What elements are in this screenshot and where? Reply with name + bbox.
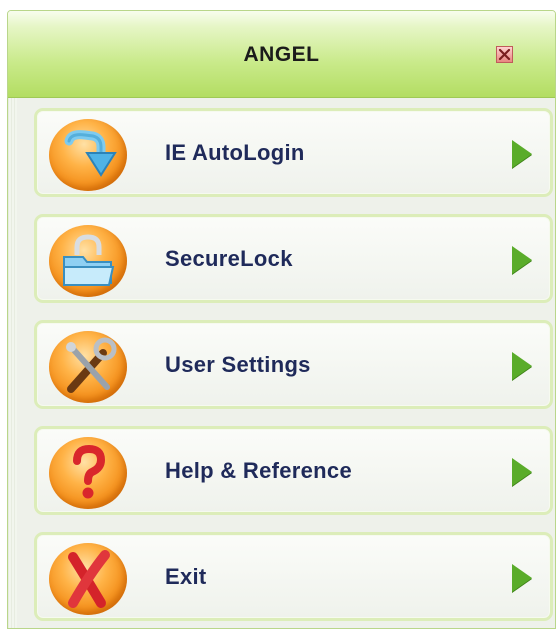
exit-x-icon — [49, 543, 127, 615]
download-arrow-icon — [49, 119, 127, 191]
menu-item-label: Help & Reference — [165, 458, 352, 483]
title-bar: ANGEL — [8, 11, 555, 98]
menu-item-exit[interactable]: Exit — [34, 532, 553, 621]
chevron-right-icon — [512, 564, 532, 592]
menu-item-user-settings[interactable]: User Settings — [34, 320, 553, 409]
menu-item-securelock[interactable]: SecureLock — [34, 214, 553, 303]
close-icon[interactable] — [496, 46, 513, 63]
menu-item-label: SecureLock — [165, 246, 293, 271]
menu-item-ie-autologin[interactable]: IE AutoLogin — [34, 108, 553, 197]
chevron-right-icon — [512, 352, 532, 380]
question-mark-icon — [49, 437, 127, 509]
chevron-right-icon — [512, 140, 532, 168]
chevron-right-icon — [512, 246, 532, 274]
menu-item-label: User Settings — [165, 352, 311, 377]
menu-item-label: Exit — [165, 564, 207, 589]
tools-icon — [49, 331, 127, 403]
chevron-right-icon — [512, 458, 532, 486]
folder-lock-icon — [49, 225, 127, 297]
menu-item-help-reference[interactable]: Help & Reference — [34, 426, 553, 515]
menu-item-label: IE AutoLogin — [165, 140, 305, 165]
window-title: ANGEL — [243, 43, 320, 66]
angel-window: ANGEL IE AutoLogin SecureLock User Setti… — [7, 10, 556, 629]
